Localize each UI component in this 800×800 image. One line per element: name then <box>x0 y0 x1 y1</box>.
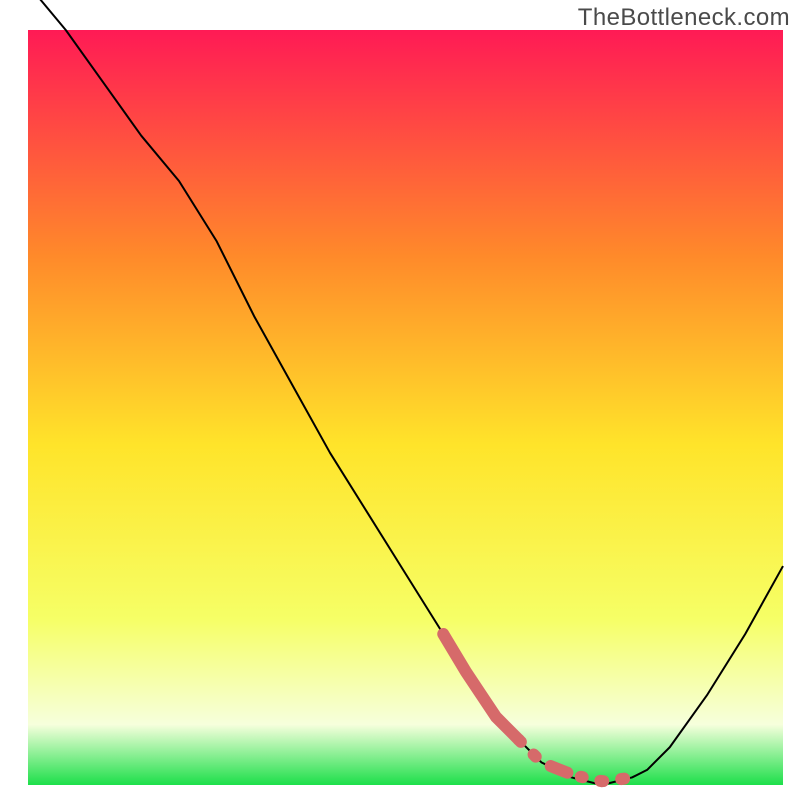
chart-container: TheBottleneck.com <box>0 0 800 800</box>
chart-svg <box>0 0 800 800</box>
plot-background <box>28 30 783 785</box>
watermark-text: TheBottleneck.com <box>578 4 790 32</box>
